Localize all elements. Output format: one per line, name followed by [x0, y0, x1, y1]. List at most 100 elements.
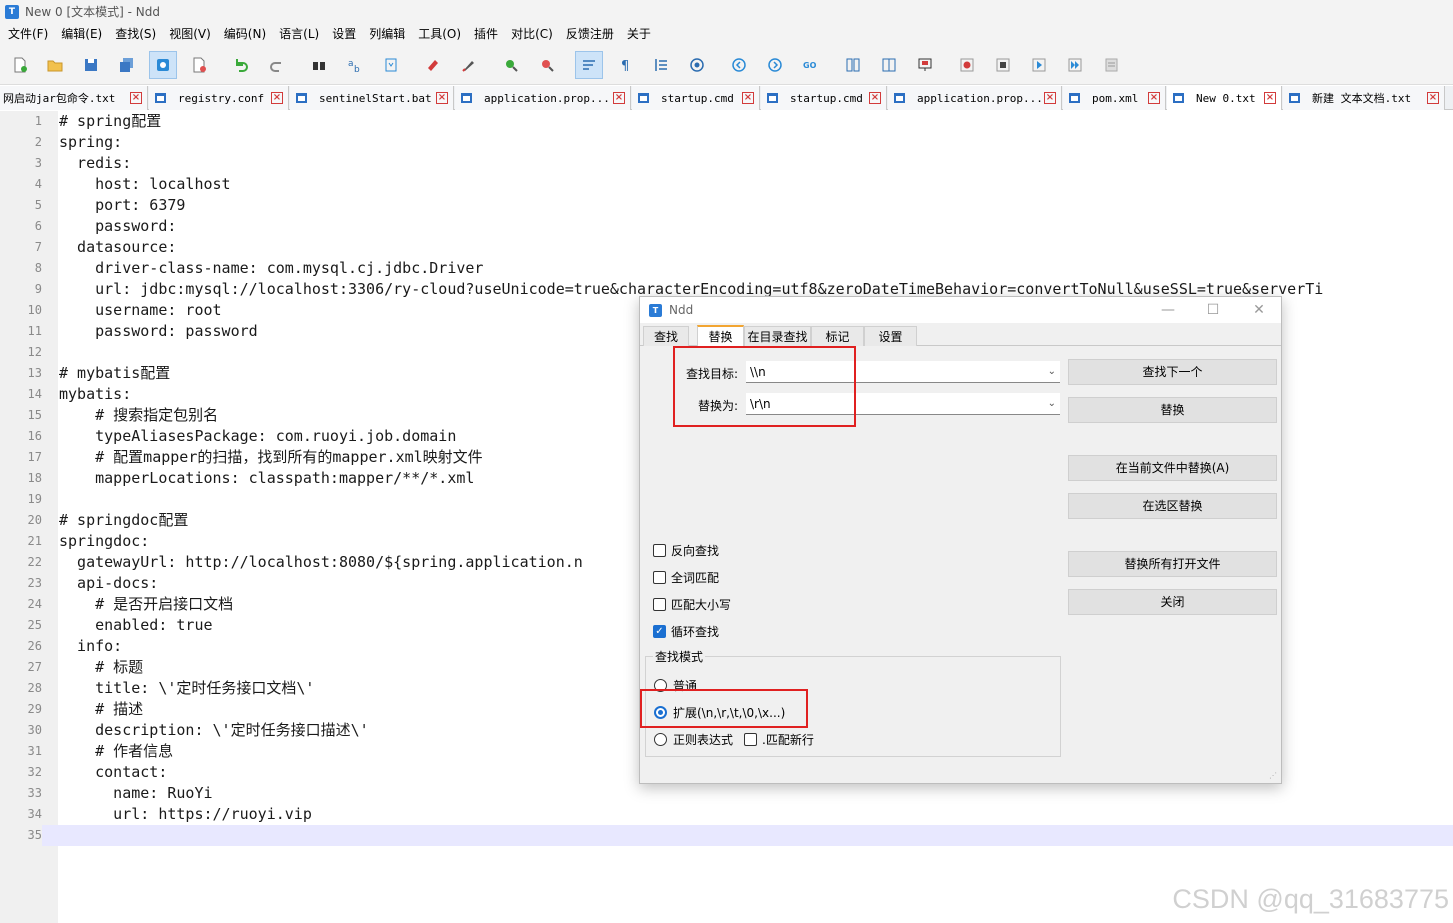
- menu-plugins[interactable]: 插件: [470, 23, 502, 45]
- menu-file[interactable]: 文件(F): [4, 23, 52, 45]
- undo-icon[interactable]: [227, 51, 255, 79]
- tab-file[interactable]: sentinelStart.bat ×: [290, 86, 454, 110]
- editor-line[interactable]: 3 redis:: [0, 153, 1453, 174]
- editor-line[interactable]: 1 # spring配置: [0, 111, 1453, 132]
- tab-file[interactable]: application.prop... ×: [888, 86, 1062, 110]
- close-button[interactable]: 关闭: [1068, 589, 1277, 615]
- menu-encoding[interactable]: 编码(N): [220, 23, 270, 45]
- target-icon[interactable]: [683, 51, 711, 79]
- split-icon[interactable]: [875, 51, 903, 79]
- close-icon[interactable]: ×: [130, 92, 142, 104]
- close-icon[interactable]: ×: [1427, 92, 1439, 104]
- menu-column-edit[interactable]: 列编辑: [365, 23, 409, 45]
- menu-edit[interactable]: 编辑(E): [57, 23, 106, 45]
- tab-replace[interactable]: 替换: [697, 325, 744, 346]
- indent-guide-icon[interactable]: [647, 51, 675, 79]
- radio-dot[interactable]: [654, 733, 667, 746]
- menu-about[interactable]: 关于: [623, 23, 655, 45]
- resize-grip-icon[interactable]: ⋰: [1269, 771, 1279, 781]
- find-next-button[interactable]: 查找下一个: [1068, 359, 1277, 385]
- close-icon[interactable]: ×: [1044, 92, 1056, 104]
- menu-view[interactable]: 视图(V): [165, 23, 215, 45]
- monitor-icon[interactable]: [911, 51, 939, 79]
- bookmark-icon[interactable]: [377, 51, 405, 79]
- editor-line[interactable]: 6 password:: [0, 216, 1453, 237]
- close-icon[interactable]: ×: [1148, 92, 1160, 104]
- redo-icon[interactable]: [263, 51, 291, 79]
- checkbox-box[interactable]: [653, 544, 666, 557]
- close-icon[interactable]: ×: [436, 92, 448, 104]
- clear-icon[interactable]: [419, 51, 447, 79]
- close-icon[interactable]: ×: [1264, 92, 1276, 104]
- whole-word-checkbox[interactable]: 全词匹配: [653, 569, 719, 586]
- replace-in-selection-button[interactable]: 在选区替换: [1068, 493, 1277, 519]
- menu-language[interactable]: 语言(L): [275, 23, 323, 45]
- close-icon[interactable]: ×: [742, 92, 754, 104]
- menu-feedback[interactable]: 反馈注册: [562, 23, 618, 45]
- tab-file-active[interactable]: New 0.txt ×: [1167, 86, 1282, 110]
- goto-icon[interactable]: GO: [797, 51, 825, 79]
- replace-button[interactable]: 替换: [1068, 397, 1277, 423]
- menu-tools[interactable]: 工具(O): [414, 23, 465, 45]
- editor-line[interactable]: 8 driver-class-name: com.mysql.cj.jdbc.D…: [0, 258, 1453, 279]
- new-file-icon[interactable]: [6, 51, 34, 79]
- open-folder-icon[interactable]: [41, 51, 69, 79]
- tab-find-in-dir[interactable]: 在目录查找: [744, 326, 811, 346]
- save-icon[interactable]: [77, 51, 105, 79]
- play-multiple-icon[interactable]: [1061, 51, 1089, 79]
- tab-file[interactable]: pom.xml ×: [1063, 86, 1166, 110]
- close-icon[interactable]: ×: [271, 92, 283, 104]
- dot-newline-checkbox[interactable]: .匹配新行: [744, 731, 814, 748]
- replace-all-open-button[interactable]: 替换所有打开文件: [1068, 551, 1277, 577]
- replace-icon[interactable]: ab: [341, 51, 369, 79]
- checkmark-icon[interactable]: ✓: [653, 625, 666, 638]
- zoom-in-icon[interactable]: [497, 51, 525, 79]
- record-icon[interactable]: [953, 51, 981, 79]
- menu-compare[interactable]: 对比(C): [507, 23, 557, 45]
- checkbox-box[interactable]: [653, 571, 666, 584]
- play-icon[interactable]: [1025, 51, 1053, 79]
- wrap-checkbox[interactable]: ✓ 循环查找: [653, 623, 719, 640]
- replace-in-file-button[interactable]: 在当前文件中替换(A): [1068, 455, 1277, 481]
- show-symbols-icon[interactable]: ¶: [611, 51, 639, 79]
- prev-icon[interactable]: [725, 51, 753, 79]
- mode-regex-radio[interactable]: 正则表达式: [654, 731, 733, 748]
- editor-line[interactable]: 4 host: localhost: [0, 174, 1453, 195]
- word-wrap-icon[interactable]: [575, 51, 603, 79]
- minimize-icon[interactable]: —: [1159, 301, 1177, 319]
- checkbox-box[interactable]: [744, 733, 757, 746]
- tab-file[interactable]: startup.cmd ×: [761, 86, 887, 110]
- maximize-icon[interactable]: ☐: [1204, 301, 1222, 319]
- tab-find[interactable]: 查找: [643, 326, 689, 346]
- tab-file[interactable]: application.prop... ×: [455, 86, 631, 110]
- save-macro-icon[interactable]: [1097, 51, 1125, 79]
- menu-search[interactable]: 查找(S): [111, 23, 160, 45]
- file-mode-icon[interactable]: [149, 51, 177, 79]
- tab-file[interactable]: 网启动jar包命令.txt ×: [0, 86, 148, 110]
- tab-file[interactable]: 新建 文本文档.txt ×: [1283, 86, 1445, 110]
- chevron-down-icon[interactable]: ⌄: [1048, 393, 1056, 415]
- tab-settings[interactable]: 设置: [864, 326, 917, 346]
- editor-line[interactable]: 7 datasource:: [0, 237, 1453, 258]
- checkbox-box[interactable]: [653, 598, 666, 611]
- close-icon[interactable]: ✕: [1250, 301, 1268, 319]
- editor-line[interactable]: 33 name: RuoYi: [0, 783, 1453, 804]
- reverse-checkbox[interactable]: 反向查找: [653, 542, 719, 559]
- compare-icon[interactable]: [839, 51, 867, 79]
- brush-icon[interactable]: [455, 51, 483, 79]
- editor-line[interactable]: 35: [0, 825, 1453, 846]
- close-icon[interactable]: ×: [613, 92, 625, 104]
- tab-file[interactable]: startup.cmd ×: [632, 86, 760, 110]
- zoom-out-icon[interactable]: [533, 51, 561, 79]
- chevron-down-icon[interactable]: ⌄: [1048, 361, 1056, 383]
- next-icon[interactable]: [761, 51, 789, 79]
- save-all-icon[interactable]: [113, 51, 141, 79]
- tab-mark[interactable]: 标记: [811, 326, 864, 346]
- close-file-icon[interactable]: [185, 51, 213, 79]
- match-case-checkbox[interactable]: 匹配大小写: [653, 596, 731, 613]
- menu-settings[interactable]: 设置: [328, 23, 360, 45]
- editor-line[interactable]: 5 port: 6379: [0, 195, 1453, 216]
- close-icon[interactable]: ×: [869, 92, 881, 104]
- editor-line[interactable]: 34 url: https://ruoyi.vip: [0, 804, 1453, 825]
- tab-file[interactable]: registry.conf ×: [149, 86, 289, 110]
